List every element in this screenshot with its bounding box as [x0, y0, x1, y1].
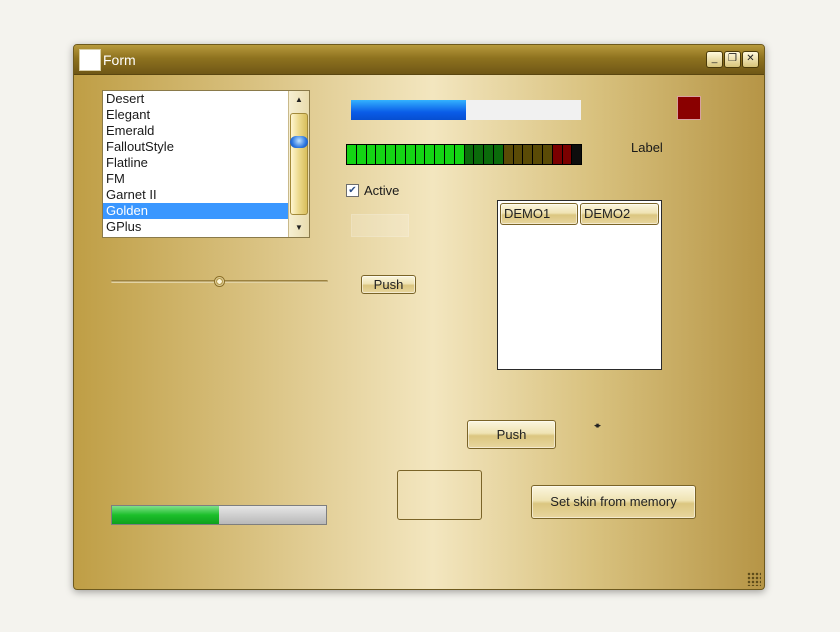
- scroll-down-icon[interactable]: ▼: [293, 222, 305, 234]
- list-item[interactable]: Desert: [103, 91, 290, 107]
- list-item[interactable]: Elegant: [103, 107, 290, 123]
- group-box: [397, 470, 482, 520]
- maximize-button[interactable]: ❐: [724, 51, 741, 68]
- skin-list: Desert Elegant Emerald FalloutStyle Flatline…: [103, 91, 290, 235]
- blue-progress-bar: [351, 100, 581, 120]
- resize-grip-icon[interactable]: [747, 572, 761, 586]
- title-bar[interactable]: Form _ ❐ ✕: [74, 45, 764, 75]
- led-segment: [523, 145, 533, 164]
- led-segment: [552, 145, 562, 164]
- push-button-large[interactable]: Push: [467, 420, 556, 449]
- list-item[interactable]: Emerald: [103, 123, 290, 139]
- list-item[interactable]: GPlus: [103, 219, 290, 235]
- led-segment: [542, 145, 552, 164]
- set-skin-button[interactable]: Set skin from memory: [531, 485, 696, 519]
- led-segment: [444, 145, 454, 164]
- led-segment: [415, 145, 425, 164]
- active-checkbox-row[interactable]: ✔ Active: [346, 182, 399, 198]
- green-progress-bar: [111, 505, 327, 525]
- led-segment: [562, 145, 572, 164]
- tab-control: DEMO1 DEMO2: [497, 200, 662, 370]
- led-level-meter: [346, 144, 582, 165]
- led-segment: [572, 145, 582, 164]
- tab-demo1[interactable]: DEMO1: [500, 203, 578, 225]
- led-segment: [484, 145, 493, 164]
- spin-arrows-icon[interactable]: ◂▸: [594, 420, 601, 431]
- skin-listbox[interactable]: Desert Elegant Emerald FalloutStyle Flatline…: [102, 90, 310, 238]
- close-button[interactable]: ✕: [742, 51, 759, 68]
- led-segment: [376, 145, 386, 164]
- led-segment: [405, 145, 415, 164]
- led-segment: [454, 145, 464, 164]
- led-segment: [513, 145, 523, 164]
- led-segment: [395, 145, 405, 164]
- main-window: Form _ ❐ ✕ Desert Elegant Emerald FalloutSt…: [73, 44, 765, 590]
- active-checkbox[interactable]: ✔: [346, 183, 359, 197]
- color-swatch[interactable]: [677, 96, 701, 120]
- scroll-thumb[interactable]: [290, 113, 308, 215]
- green-progress-fill: [112, 506, 219, 524]
- led-segment: [533, 145, 542, 164]
- led-segment: [493, 145, 503, 164]
- list-item[interactable]: FalloutStyle: [103, 139, 290, 155]
- blue-progress-fill: [351, 100, 466, 120]
- led-segment: [464, 145, 474, 164]
- list-item[interactable]: Garnet II: [103, 187, 290, 203]
- led-segment: [386, 145, 395, 164]
- app-icon: [79, 49, 101, 71]
- list-item[interactable]: Golden: [103, 203, 290, 219]
- slider-thumb[interactable]: [214, 276, 225, 287]
- active-checkbox-label: Active: [364, 182, 400, 198]
- led-segment: [347, 145, 356, 164]
- list-item[interactable]: FM: [103, 171, 290, 187]
- led-segment: [366, 145, 376, 164]
- push-button-small[interactable]: Push: [361, 275, 416, 294]
- led-segment: [503, 145, 513, 164]
- listbox-scrollbar[interactable]: ▲ ▼: [288, 91, 309, 237]
- list-item[interactable]: Flatline: [103, 155, 290, 171]
- led-segment: [356, 145, 366, 164]
- led-segment: [474, 145, 484, 164]
- led-segment: [435, 145, 444, 164]
- empty-panel: [351, 214, 409, 237]
- window-title: Form: [103, 52, 136, 68]
- minimize-button[interactable]: _: [706, 51, 723, 68]
- label-text: Label: [631, 140, 663, 155]
- scroll-up-icon[interactable]: ▲: [293, 94, 305, 106]
- tab-demo2[interactable]: DEMO2: [580, 203, 659, 225]
- scroll-grip-icon: [290, 136, 308, 148]
- led-segment: [425, 145, 435, 164]
